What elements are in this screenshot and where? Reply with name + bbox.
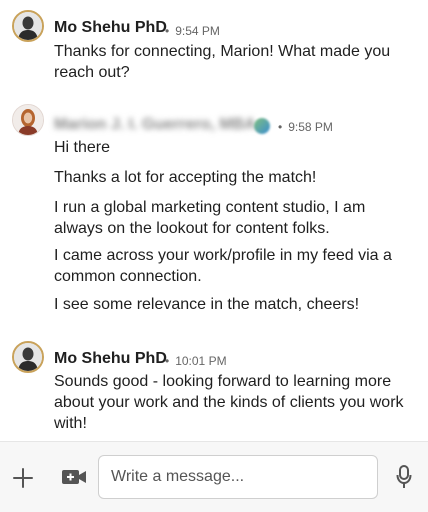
message-text: Thanks a lot for accepting the match! — [54, 169, 317, 186]
avatar[interactable] — [12, 10, 44, 42]
plus-icon[interactable] — [10, 465, 36, 491]
timestamp: • 9:58 PM — [278, 120, 333, 134]
avatar[interactable] — [12, 104, 44, 136]
globe-icon — [254, 118, 270, 134]
profile-photo-icon — [13, 105, 43, 135]
sender-name[interactable]: Mo Shehu PhD — [54, 350, 167, 368]
video-icon[interactable] — [60, 464, 88, 490]
avatar[interactable] — [12, 341, 44, 373]
message-text: I run a global marketing content studio,… — [54, 199, 366, 237]
message-input-placeholder: Write a message... — [111, 468, 245, 485]
message-text: I came across your work/profile in my fe… — [54, 247, 392, 285]
message-text: Hi there — [54, 139, 111, 156]
sender-name[interactable]: Marion J. I. Guerrero, MBA — [54, 116, 256, 134]
message-input[interactable]: Write a message... — [98, 455, 378, 499]
microphone-icon[interactable] — [394, 464, 414, 490]
message-text: Sounds good - looking forward to learnin… — [54, 373, 404, 432]
timestamp: • 10:01 PM — [165, 354, 227, 368]
profile-photo-icon — [14, 12, 42, 40]
profile-photo-icon — [14, 343, 42, 371]
timestamp: • 9:54 PM — [165, 24, 220, 38]
sender-name[interactable]: Mo Shehu PhD — [54, 19, 167, 37]
message-text: Thanks for connecting, Marion! What made… — [54, 43, 391, 81]
message-text: I see some relevance in the match, cheer… — [54, 296, 360, 313]
